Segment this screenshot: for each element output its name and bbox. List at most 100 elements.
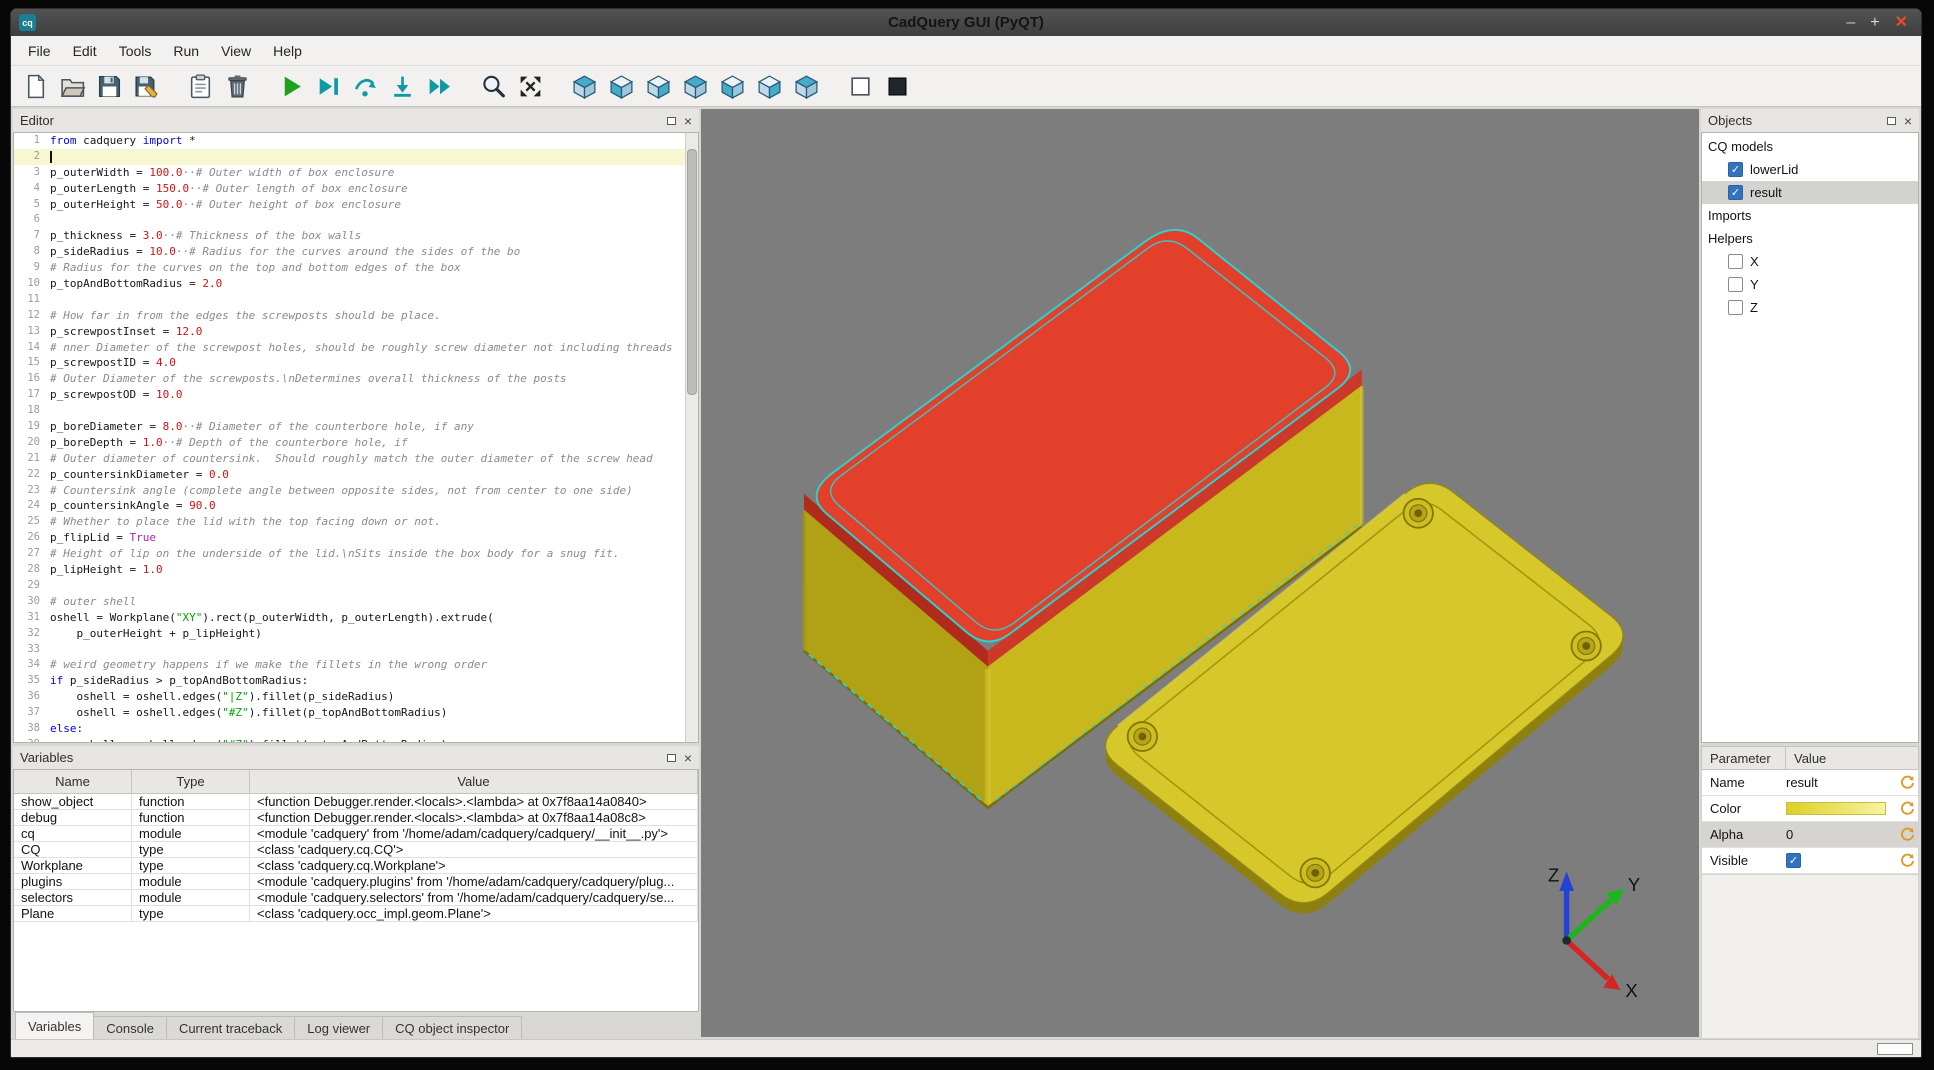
minimize-button[interactable]: –: [1846, 15, 1855, 31]
code-line[interactable]: 23# Countersink angle (complete angle be…: [14, 483, 698, 499]
step-icon[interactable]: [349, 70, 382, 103]
code-line[interactable]: 11: [14, 292, 698, 308]
code-line[interactable]: 28p_lipHeight = 1.0: [14, 562, 698, 578]
column-header-type[interactable]: Type: [132, 770, 250, 793]
3d-scene[interactable]: Z Y X: [701, 109, 1699, 1037]
code-line[interactable]: 3p_outerWidth = 100.0··# Outer width of …: [14, 165, 698, 181]
delete-icon[interactable]: [221, 70, 254, 103]
variables-close-button[interactable]: ×: [684, 751, 692, 765]
validate-icon[interactable]: [184, 70, 217, 103]
maximize-button[interactable]: +: [1870, 15, 1879, 31]
menu-tools[interactable]: Tools: [108, 36, 163, 65]
tree-node-imports[interactable]: Imports: [1702, 204, 1918, 227]
objects-close-button[interactable]: ×: [1904, 114, 1912, 128]
continue-icon[interactable]: [423, 70, 456, 103]
param-row-color[interactable]: Color: [1702, 796, 1918, 822]
back-view-icon[interactable]: [642, 70, 675, 103]
code-line[interactable]: 33: [14, 642, 698, 658]
code-line[interactable]: 14# nner Diameter of the screwpost holes…: [14, 340, 698, 356]
code-area[interactable]: 1from cadquery import *23p_outerWidth = …: [13, 132, 699, 743]
code-line[interactable]: 2: [14, 149, 698, 165]
code-line[interactable]: 37 oshell = oshell.edges("#Z").fillet(p_…: [14, 705, 698, 721]
param-row-visible[interactable]: Visible✓: [1702, 848, 1918, 874]
editor-close-button[interactable]: ×: [684, 114, 692, 128]
code-line[interactable]: 4p_outerLength = 150.0··# Outer length o…: [14, 181, 698, 197]
code-line[interactable]: 8p_sideRadius = 10.0··# Radius for the c…: [14, 244, 698, 260]
param-value[interactable]: 0: [1786, 827, 1896, 842]
code-line[interactable]: 12# How far in from the edges the screwp…: [14, 308, 698, 324]
tree-item-x[interactable]: X: [1702, 250, 1918, 273]
param-value[interactable]: result: [1786, 775, 1896, 790]
visibility-checkbox[interactable]: ✓: [1728, 162, 1743, 177]
save-icon[interactable]: [93, 70, 126, 103]
param-row-alpha[interactable]: Alpha0: [1702, 822, 1918, 848]
code-line[interactable]: 35if p_sideRadius > p_topAndBottomRadius…: [14, 673, 698, 689]
code-line[interactable]: 30# outer shell: [14, 594, 698, 610]
wireframe-view-icon[interactable]: [844, 70, 877, 103]
code-line[interactable]: 7p_thickness = 3.0··# Thickness of the b…: [14, 228, 698, 244]
column-header-value[interactable]: Value: [250, 770, 698, 793]
open-file-icon[interactable]: [56, 70, 89, 103]
visibility-checkbox[interactable]: [1728, 254, 1743, 269]
code-line[interactable]: 20p_boreDepth = 1.0··# Depth of the coun…: [14, 435, 698, 451]
code-line[interactable]: 27# Height of lip on the underside of th…: [14, 546, 698, 562]
parameter-table-header[interactable]: Parameter Value: [1701, 746, 1919, 770]
code-line[interactable]: 26p_flipLid = True: [14, 530, 698, 546]
variable-row[interactable]: debugfunction<function Debugger.render.<…: [14, 810, 698, 826]
code-line[interactable]: 19p_boreDiameter = 8.0··# Diameter of th…: [14, 419, 698, 435]
color-swatch[interactable]: [1786, 802, 1886, 815]
menu-run[interactable]: Run: [162, 36, 210, 65]
variable-row[interactable]: cqmodule<module 'cadquery' from '/home/a…: [14, 826, 698, 842]
right-view-icon[interactable]: [716, 70, 749, 103]
code-line[interactable]: 15p_screwpostID = 4.0: [14, 355, 698, 371]
revert-button[interactable]: [1896, 775, 1918, 790]
visible-checkbox[interactable]: ✓: [1786, 853, 1801, 868]
variable-row[interactable]: CQtype<class 'cadquery.cq.CQ'>: [14, 842, 698, 858]
code-line[interactable]: 32 p_outerHeight + p_lipHeight): [14, 626, 698, 642]
fit-all-icon[interactable]: [514, 70, 547, 103]
new-file-icon[interactable]: [19, 70, 52, 103]
tree-node-cq-models[interactable]: CQ models: [1702, 135, 1918, 158]
visibility-checkbox[interactable]: [1728, 277, 1743, 292]
step-in-icon[interactable]: [386, 70, 419, 103]
tree-node-helpers[interactable]: Helpers: [1702, 227, 1918, 250]
menu-file[interactable]: File: [17, 36, 62, 65]
column-header-parameter[interactable]: Parameter: [1702, 747, 1786, 769]
bottom-view-icon[interactable]: [790, 70, 823, 103]
tab-cq-object-inspector[interactable]: CQ object inspector: [382, 1016, 522, 1039]
zoom-icon[interactable]: [477, 70, 510, 103]
code-line[interactable]: 34# weird geometry happens if we make th…: [14, 657, 698, 673]
top-view-icon[interactable]: [753, 70, 786, 103]
title-bar[interactable]: cq CadQuery GUI (PyQT) – + ✕: [11, 9, 1921, 36]
shaded-view-icon[interactable]: [881, 70, 914, 103]
code-line[interactable]: 16# Outer Diameter of the screwposts.\nD…: [14, 371, 698, 387]
param-value[interactable]: ✓: [1786, 853, 1896, 868]
tree-item-lowerlid[interactable]: ✓lowerLid: [1702, 158, 1918, 181]
code-line[interactable]: 24p_countersinkAngle = 90.0: [14, 498, 698, 514]
code-line[interactable]: 29: [14, 578, 698, 594]
menu-help[interactable]: Help: [262, 36, 313, 65]
code-line[interactable]: 21# Outer diameter of countersink. Shoul…: [14, 451, 698, 467]
tab-log-viewer[interactable]: Log viewer: [294, 1016, 383, 1039]
column-header-param-value[interactable]: Value: [1786, 751, 1918, 766]
variable-row[interactable]: selectorsmodule<module 'cadquery.selecto…: [14, 890, 698, 906]
variables-table-header[interactable]: Name Type Value: [14, 770, 698, 794]
code-line[interactable]: 22p_countersinkDiameter = 0.0: [14, 467, 698, 483]
left-view-icon[interactable]: [679, 70, 712, 103]
code-line[interactable]: 13p_screwpostInset = 12.0: [14, 324, 698, 340]
variable-row[interactable]: pluginsmodule<module 'cadquery.plugins' …: [14, 874, 698, 890]
code-line[interactable]: 9# Radius for the curves on the top and …: [14, 260, 698, 276]
variables-float-button[interactable]: [667, 754, 676, 762]
editor-scrollbar[interactable]: [685, 133, 698, 742]
revert-button[interactable]: [1896, 827, 1918, 842]
code-line[interactable]: 25# Whether to place the lid with the to…: [14, 514, 698, 530]
front-view-icon[interactable]: [605, 70, 638, 103]
close-button[interactable]: ✕: [1895, 15, 1908, 31]
variable-row[interactable]: Planetype<class 'cadquery.occ_impl.geom.…: [14, 906, 698, 922]
param-row-name[interactable]: Nameresult: [1702, 770, 1918, 796]
menu-edit[interactable]: Edit: [62, 36, 108, 65]
tree-item-y[interactable]: Y: [1702, 273, 1918, 296]
variable-row[interactable]: show_objectfunction<function Debugger.re…: [14, 794, 698, 810]
editor-scrollbar-thumb[interactable]: [687, 149, 697, 395]
code-line[interactable]: 38else:: [14, 721, 698, 737]
